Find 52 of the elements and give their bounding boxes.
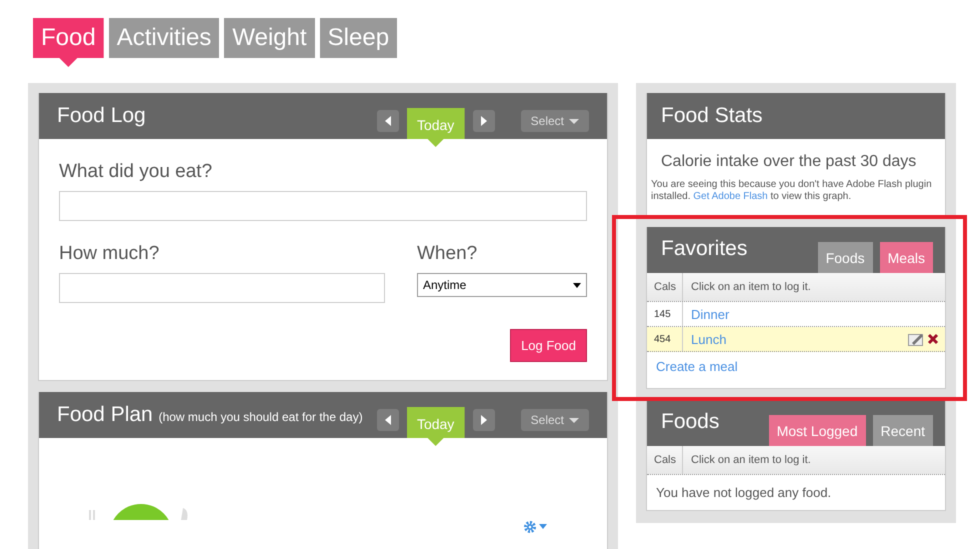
caret-icon	[569, 418, 579, 422]
today-tab[interactable]: Today	[406, 407, 465, 446]
empty-message: You have not logged any food.	[655, 484, 832, 502]
meal-link[interactable]: Dinner	[691, 306, 730, 322]
create-meal-link[interactable]: Create a meal	[647, 352, 747, 388]
delete-icon[interactable]	[927, 333, 939, 345]
favorite-row[interactable]: 454 Lunch	[647, 327, 945, 352]
caret-icon	[573, 282, 581, 288]
previous-button[interactable]	[376, 409, 399, 431]
food-input-field[interactable]	[59, 191, 587, 221]
meal-link[interactable]: Lunch	[691, 332, 726, 346]
panel-title: Foods	[661, 410, 720, 434]
panel-tab[interactable]: Meals	[880, 242, 933, 273]
column-header: Click on an item to log it.	[690, 454, 812, 466]
get-flash-link[interactable]: Get Adobe Flash	[693, 191, 768, 202]
flash-notice: You are seeing this because you don't have Adobe Flash plugin installed. Get Adobe Flash to view this graph.	[650, 179, 933, 204]
when-dropdown[interactable]: Anytime	[417, 273, 587, 297]
caret-icon	[569, 118, 579, 124]
next-button[interactable]	[472, 110, 495, 132]
column-header: Click on an item to log it.	[690, 281, 812, 293]
panel-title: Favorites	[661, 237, 748, 261]
amount-input-field[interactable]	[59, 273, 385, 303]
panel-title: Food Stats	[661, 104, 763, 128]
gear-icon[interactable]	[523, 520, 547, 534]
nav-tab[interactable]: Weight	[224, 18, 315, 58]
panel-tab[interactable]: Recent	[872, 415, 933, 446]
nav-tab[interactable]: Sleep	[320, 18, 398, 58]
log-food-button[interactable]: Log Food	[510, 329, 587, 362]
right-triangle-icon	[480, 415, 487, 425]
left-triangle-icon	[384, 116, 391, 126]
nav-tab[interactable]: Food	[33, 18, 104, 67]
field-label: What did you eat?	[59, 161, 214, 183]
panel-title: Food Plan (how much you should eat for the day)	[57, 403, 363, 427]
column-header: Cals	[647, 273, 683, 301]
left-triangle-icon	[384, 415, 391, 425]
right-triangle-icon	[480, 116, 487, 126]
next-button[interactable]	[472, 409, 495, 431]
chart-title: Calorie intake over the past 30 days	[660, 152, 918, 172]
previous-button[interactable]	[376, 110, 399, 132]
today-tab[interactable]: Today	[406, 108, 465, 147]
nav-tab[interactable]: Activities	[108, 18, 220, 58]
edit-icon[interactable]	[908, 332, 924, 346]
field-label: How much?	[59, 243, 160, 265]
field-label: When?	[417, 243, 478, 265]
panel-tab[interactable]: Foods	[818, 242, 873, 273]
column-header: Cals	[647, 446, 683, 474]
panel-tab[interactable]: Most Logged	[768, 415, 866, 446]
calories-cell: 454	[647, 327, 683, 351]
select-dropdown[interactable]: Select	[520, 409, 589, 431]
calories-cell: 145	[647, 302, 683, 326]
panel-title: Food Log	[57, 104, 146, 128]
select-dropdown[interactable]: Select	[520, 110, 589, 132]
